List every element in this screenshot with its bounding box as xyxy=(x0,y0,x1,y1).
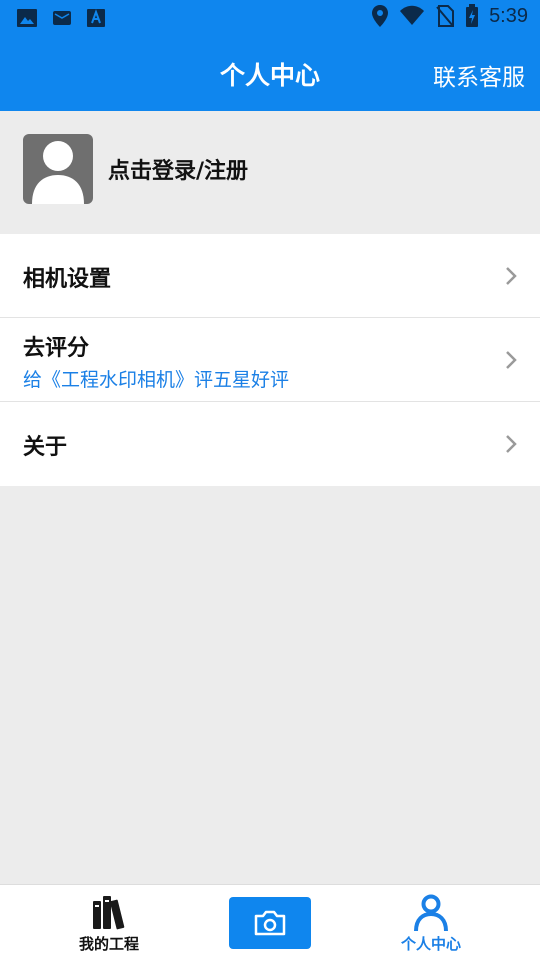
menu-item-label: 去评分 xyxy=(23,336,90,361)
menu-item-camera-settings[interactable]: 相机设置 xyxy=(0,234,540,318)
app-bar: 个人中心 联系客服 xyxy=(0,36,540,111)
bottom-nav: 我的工程 个人中心 xyxy=(0,884,540,960)
location-icon xyxy=(372,5,389,27)
wifi-icon xyxy=(400,5,425,25)
avatar-icon xyxy=(32,141,84,204)
status-left-icons xyxy=(16,7,106,29)
image-icon xyxy=(17,9,37,27)
menu-item-subtitle: 给《工程水印相机》评五星好评 xyxy=(23,369,290,391)
menu-item-about[interactable]: 关于 xyxy=(0,402,540,486)
camera-button[interactable] xyxy=(229,897,311,949)
battery-charging-icon xyxy=(466,4,479,27)
tab-my-projects[interactable]: 我的工程 xyxy=(64,893,154,954)
status-right-icons: 5:39 xyxy=(371,4,528,28)
tab-label: 我的工程 xyxy=(78,935,139,953)
mail-icon xyxy=(53,11,71,25)
profile-section[interactable]: 点击登录/注册 xyxy=(0,111,540,231)
tab-personal-center[interactable]: 个人中心 xyxy=(386,893,476,954)
login-register-link[interactable]: 点击登录/注册 xyxy=(108,153,248,185)
menu-item-label: 关于 xyxy=(23,435,68,460)
chevron-right-icon xyxy=(506,351,517,369)
menu-item-rate[interactable]: 去评分 给《工程水印相机》评五星好评 xyxy=(0,318,540,402)
status-bar: 5:39 xyxy=(0,0,540,36)
menu-item-label: 相机设置 xyxy=(23,267,112,292)
avatar[interactable] xyxy=(23,134,93,204)
tab-label: 个人中心 xyxy=(400,935,461,953)
books-icon xyxy=(93,896,125,930)
settings-menu: 相机设置 去评分 给《工程水印相机》评五星好评 关于 xyxy=(0,234,540,486)
chevron-right-icon xyxy=(506,435,517,453)
font-icon xyxy=(87,9,105,27)
person-icon xyxy=(414,894,448,932)
chevron-right-icon xyxy=(506,267,517,285)
status-time: 5:39 xyxy=(489,4,528,27)
contact-service-button[interactable]: 联系客服 xyxy=(433,58,525,92)
no-sim-icon xyxy=(436,5,455,27)
camera-icon xyxy=(254,910,286,936)
